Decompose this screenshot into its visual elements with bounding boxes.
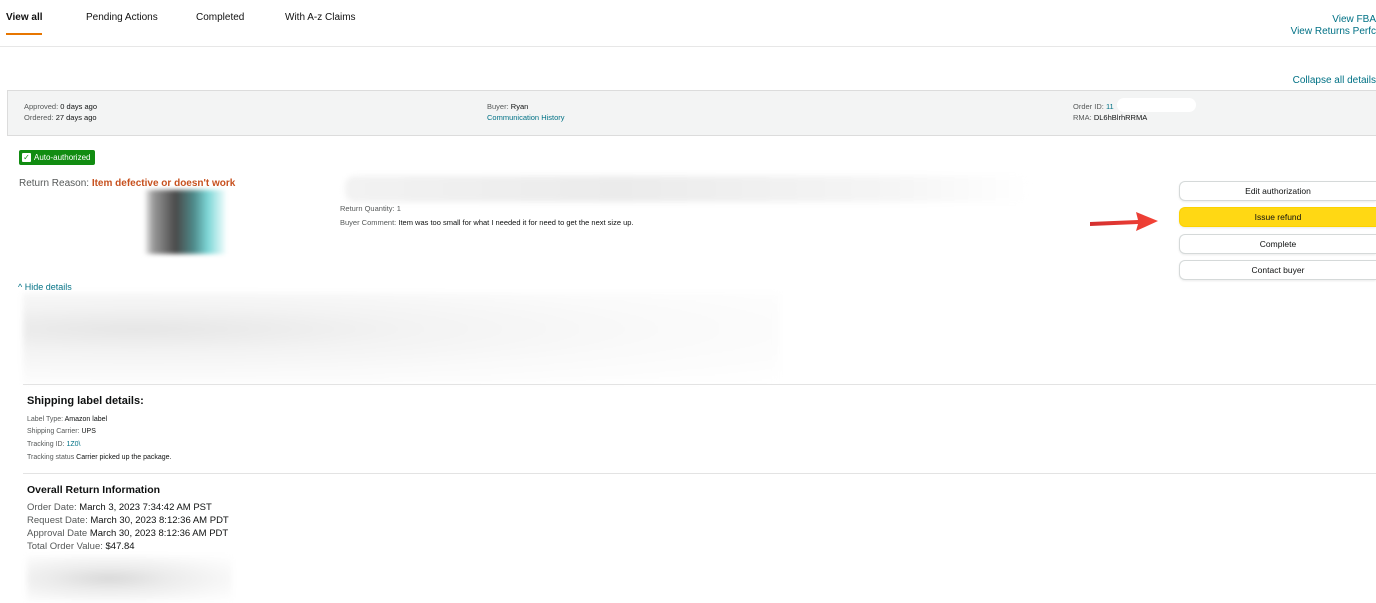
shipping-label-title: Shipping label details: (27, 395, 144, 407)
overall-return-title: Overall Return Information (27, 484, 161, 496)
redacted-order-id (1117, 98, 1196, 112)
buyer-comment: Buyer Comment: Item was too small for wh… (340, 218, 634, 227)
return-reason: Return Reason: Item defective or doesn't… (19, 178, 235, 189)
order-date-label: Order Date: (27, 502, 77, 513)
buyer-label: Buyer: (487, 102, 509, 111)
total-order-value: Total Order Value: $47.84 (27, 541, 135, 552)
communication-history-link[interactable]: Communication History (487, 112, 565, 123)
badge-label: Auto-authorized (34, 153, 91, 162)
buyer-info: Buyer: Ryan Communication History (487, 101, 565, 123)
product-thumbnail[interactable] (145, 190, 226, 254)
section-divider (23, 473, 1376, 474)
view-fba-link[interactable]: View FBA (1291, 14, 1376, 26)
ordered-label: Ordered: (24, 113, 54, 122)
tab-completed[interactable]: Completed (196, 12, 244, 23)
active-tab-indicator (6, 33, 42, 35)
tracking-status: Tracking status Carrier picked up the pa… (27, 454, 172, 461)
approval-date-label: Approval Date (27, 528, 88, 539)
section-divider (23, 384, 1376, 385)
redacted-details (23, 293, 779, 383)
order-id-label: Order ID: (1073, 102, 1104, 111)
top-links: View FBA View Returns Perfc (1291, 14, 1376, 38)
tab-with-az-claims[interactable]: With A-z Claims (285, 12, 356, 23)
label-type-label: Label Type: (27, 416, 64, 423)
order-date-value: March 3, 2023 7:34:42 AM PST (79, 502, 212, 513)
issue-refund-button[interactable]: Issue refund (1179, 207, 1376, 227)
rma-value: DL6hBlrhRRMA (1093, 113, 1148, 122)
tab-bar: View all Pending Actions Completed With … (0, 0, 1376, 47)
total-order-value-amount: $47.84 (105, 541, 135, 552)
request-date-value: March 30, 2023 8:12:36 AM PDT (90, 515, 229, 526)
buyer-name: Ryan (510, 102, 529, 111)
edit-authorization-button[interactable]: Edit authorization (1179, 181, 1376, 201)
return-header: Approved: 0 days ago Ordered: 27 days ag… (7, 90, 1376, 136)
checkmark-icon: ✓ (22, 153, 31, 162)
tracking-id-label: Tracking ID: (27, 441, 65, 448)
label-type: Label Type: Amazon label (27, 416, 107, 423)
buyer-comment-label: Buyer Comment: (340, 218, 397, 227)
view-returns-performance-link[interactable]: View Returns Perfc (1291, 26, 1376, 38)
approval-date: Approval Date March 30, 2023 8:12:36 AM … (27, 528, 228, 539)
order-id-value[interactable]: 11 (1106, 102, 1114, 111)
buyer-comment-value: Item was too small for what I needed it … (398, 218, 634, 227)
tracking-status-label: Tracking status (27, 454, 75, 461)
complete-button[interactable]: Complete (1179, 234, 1376, 254)
hide-details-link[interactable]: ^ Hide details (18, 282, 72, 292)
approval-date-value: March 30, 2023 8:12:36 AM PDT (89, 528, 229, 539)
auto-authorized-badge: ✓ Auto-authorized (19, 150, 96, 165)
contact-buyer-button[interactable]: Contact buyer (1179, 260, 1376, 280)
approved-info: Approved: 0 days ago Ordered: 27 days ag… (24, 101, 97, 123)
order-date: Order Date: March 3, 2023 7:34:42 AM PST (27, 502, 212, 513)
collapse-all-details-link[interactable]: Collapse all details (1293, 75, 1376, 86)
tracking-id: Tracking ID: 1Z0\ (27, 441, 80, 448)
return-quantity: Return Quantity: 1 (340, 204, 401, 213)
tab-view-all[interactable]: View all (6, 12, 43, 23)
shipping-carrier-label: Shipping Carrier: (27, 428, 80, 435)
tracking-id-link[interactable]: 1Z0\ (66, 441, 80, 448)
total-order-value-label: Total Order Value: (27, 541, 103, 552)
return-reason-label: Return Reason: (19, 178, 90, 189)
red-arrow-icon (1090, 212, 1158, 231)
tracking-status-value: Carrier picked up the package. (76, 454, 172, 461)
rma-label: RMA: (1073, 113, 1092, 122)
return-reason-value: Item defective or doesn't work (91, 178, 236, 189)
label-type-value: Amazon label (64, 416, 108, 423)
redacted-product-title (345, 176, 1030, 202)
shipping-carrier: Shipping Carrier: UPS (27, 428, 96, 435)
shipping-carrier-value: UPS (81, 428, 96, 435)
request-date-label: Request Date: (27, 515, 88, 526)
ordered-value: 27 days ago (55, 113, 97, 122)
request-date: Request Date: March 30, 2023 8:12:36 AM … (27, 515, 229, 526)
approved-value: 0 days ago (60, 102, 97, 111)
approved-label: Approved: (24, 102, 59, 111)
tab-pending-actions[interactable]: Pending Actions (86, 12, 158, 23)
redacted-info (27, 556, 232, 601)
